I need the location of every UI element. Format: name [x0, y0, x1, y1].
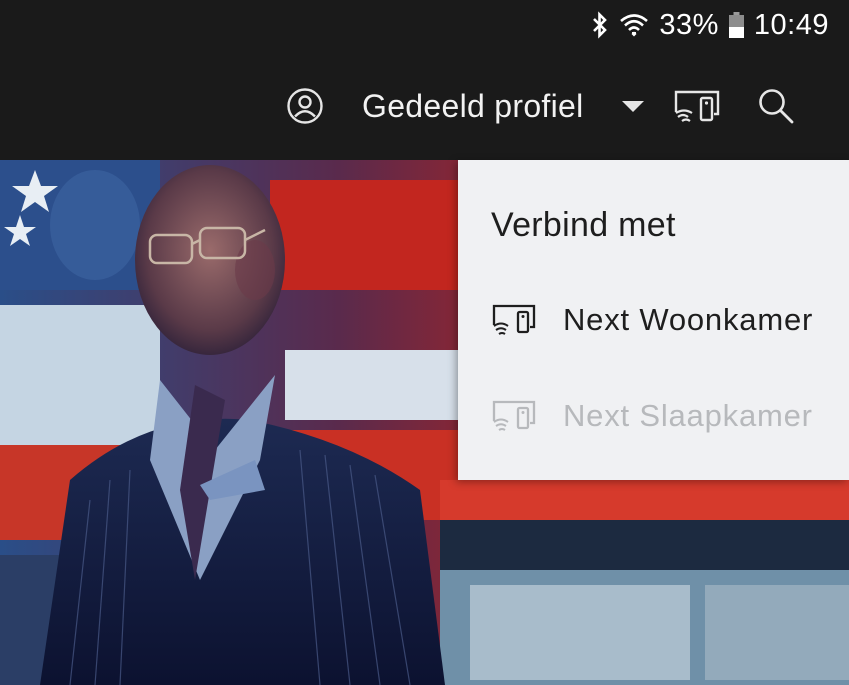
battery-icon: [728, 12, 744, 38]
wifi-icon: [619, 12, 649, 38]
profile-icon[interactable]: [286, 87, 324, 125]
device-next-woonkamer[interactable]: Next Woonkamer: [458, 280, 849, 360]
cast-device-icon: [491, 302, 537, 338]
connect-menu: Verbind met Next Woonkamer Next Slaapkam…: [458, 160, 849, 480]
status-icons: 33% 10:49: [591, 8, 829, 42]
profile-name[interactable]: Gedeeld profiel: [362, 84, 584, 128]
status-bar: 33% 10:49: [0, 0, 849, 50]
app-screen: 33% 10:49 Gedeeld profiel Verbind met Ne…: [0, 0, 849, 685]
app-header: Gedeeld profiel: [0, 50, 849, 160]
menu-title: Verbind met: [491, 206, 676, 244]
cast-device-icon[interactable]: [672, 86, 722, 126]
search-icon[interactable]: [756, 86, 796, 126]
battery-percentage: 33%: [659, 8, 719, 41]
dropdown-arrow-icon[interactable]: [620, 98, 646, 114]
device-next-slaapkamer[interactable]: Next Slaapkamer: [458, 376, 849, 456]
device-label: Next Woonkamer: [563, 302, 814, 337]
cast-device-icon: [491, 398, 537, 434]
clock: 10:49: [753, 8, 829, 41]
device-label: Next Slaapkamer: [563, 398, 813, 433]
bluetooth-icon: [591, 11, 609, 39]
